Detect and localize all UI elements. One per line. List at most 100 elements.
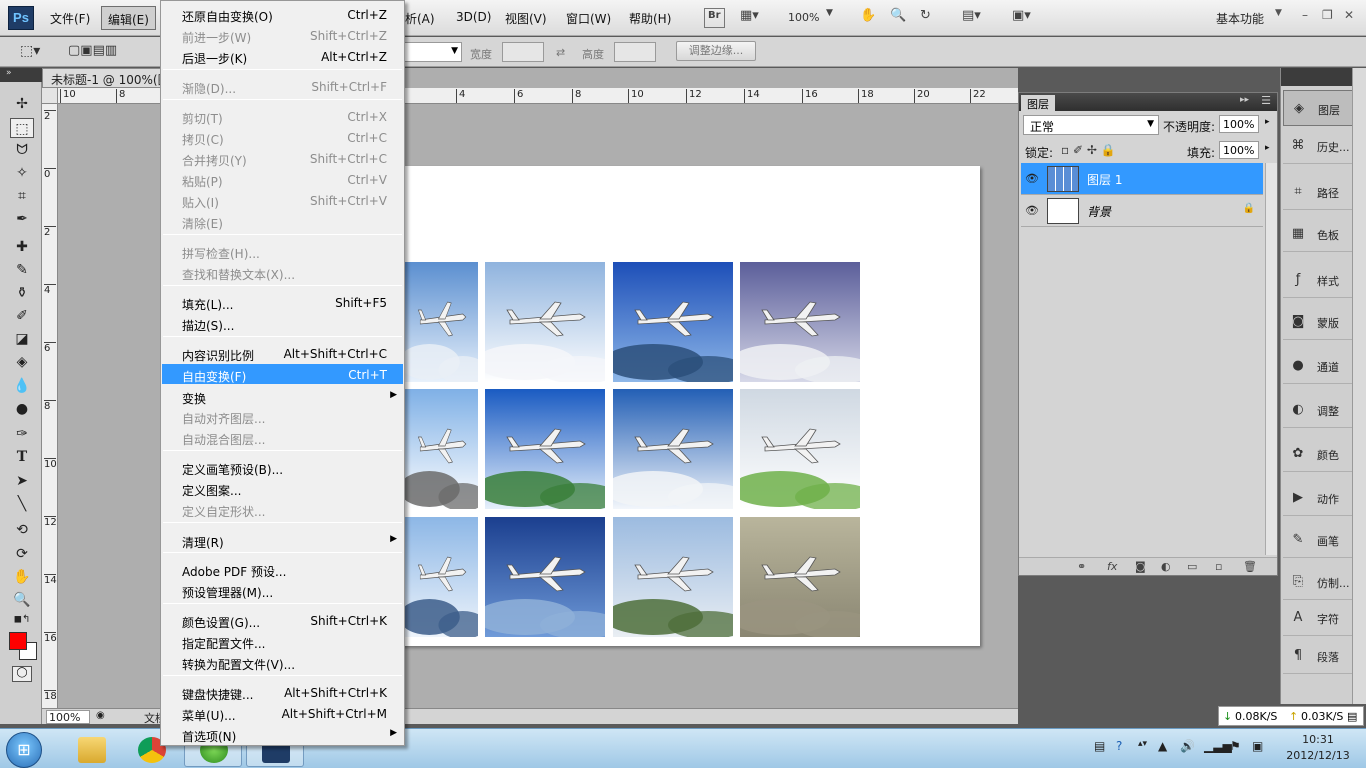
tray-expand-icon[interactable]: ▴▾ (1138, 739, 1147, 749)
refine-edge-button[interactable]: 调整边缘... (676, 41, 756, 61)
path-selection-icon[interactable]: ➤ (10, 471, 34, 491)
opacity-input[interactable]: 100% (1219, 115, 1259, 133)
brush-tool-icon[interactable]: ✎ (10, 260, 34, 280)
dodge-tool-icon[interactable]: ● (10, 399, 34, 419)
layer-name[interactable]: 背景 (1087, 203, 1111, 220)
menu-item[interactable]: 内容识别比例 Alt+Shift+Ctrl+C (162, 343, 403, 363)
menu-item[interactable]: 预设管理器(M)... (162, 580, 403, 600)
menu-item[interactable]: 填充(L)... Shift+F5 (162, 292, 403, 312)
hand-icon[interactable]: ✋ (10, 567, 34, 587)
menu-item[interactable]: 定义自定形状... (162, 499, 403, 519)
menu-item[interactable]: Adobe PDF 预设... (162, 559, 403, 579)
new-layer-icon[interactable]: ▫ (1215, 560, 1222, 573)
display-icon[interactable]: ▣ (1252, 739, 1263, 753)
menu-item[interactable]: 还原自由变换(O) Ctrl+Z (162, 4, 403, 24)
menu-item[interactable]: 自动对齐图层... (162, 406, 403, 426)
menu-help[interactable]: 帮助(H) (629, 10, 671, 27)
workspace-switcher[interactable]: 基本功能 (1216, 10, 1264, 27)
crop-tool-icon[interactable]: ⌗ (10, 186, 34, 206)
swap-icon[interactable]: ⇄ (556, 46, 565, 59)
opacity-slider-icon[interactable]: ▸ (1265, 117, 1270, 127)
layer-row[interactable]: 👁 背景 🔒 (1021, 195, 1263, 227)
flag-icon[interactable]: ⚑ (1230, 739, 1241, 753)
history-brush-icon[interactable]: ✐ (10, 306, 34, 326)
layer-name[interactable]: 图层 1 (1087, 171, 1122, 188)
quick-mask-icon[interactable]: ◯ (12, 666, 32, 682)
menu-item[interactable]: 渐隐(D)... Shift+Ctrl+F (162, 76, 403, 96)
menu-item[interactable]: 指定配置文件... (162, 631, 403, 651)
paint-bucket-icon[interactable]: ◈ (10, 352, 34, 372)
eyedropper-icon[interactable]: ✒ (10, 209, 34, 229)
menu-item[interactable]: 查找和替换文本(X)... (162, 262, 403, 282)
eraser-icon[interactable]: ◪ (10, 329, 34, 349)
menu-item[interactable]: 清除(E) (162, 211, 403, 231)
lasso-tool-icon[interactable]: ᗢ (10, 140, 34, 160)
visibility-eye-icon[interactable]: 👁 (1025, 204, 1041, 217)
start-button[interactable]: ⊞ (6, 732, 42, 768)
layer-style-icon[interactable]: fx (1107, 560, 1117, 573)
dock-item-paragraph[interactable]: ¶ 段落 (1283, 638, 1363, 674)
menu-analysis[interactable]: 析(A) (405, 10, 435, 27)
menu-item[interactable]: 拷贝(C) Ctrl+C (162, 127, 403, 147)
menu-view[interactable]: 视图(V) (505, 10, 547, 27)
show-hidden-icon[interactable]: ▲ (1158, 739, 1167, 753)
new-group-icon[interactable]: ▭ (1187, 560, 1197, 573)
dock-item-actions[interactable]: ▶ 动作 (1283, 480, 1363, 516)
dock-item-channels[interactable]: ● 通道 (1283, 348, 1363, 384)
dock-item-history[interactable]: ⌘ 历史... (1283, 128, 1363, 164)
zoom-dropdown-icon[interactable]: ▼ (826, 8, 833, 28)
bridge-button[interactable]: Br (704, 8, 725, 28)
line-tool-icon[interactable]: ╲ (10, 494, 34, 514)
foreground-color-swatch[interactable] (9, 632, 27, 650)
3d-orbit-icon[interactable]: ⟳ (10, 544, 34, 564)
clone-stamp-icon[interactable]: ⚱ (10, 283, 34, 303)
height-input[interactable] (614, 42, 656, 62)
blur-tool-icon[interactable]: 💧 (10, 376, 34, 396)
layer-row[interactable]: 👁 图层 1 (1021, 163, 1263, 195)
panel-menu-icon[interactable]: ☰ (1261, 94, 1271, 107)
dock-item-masks[interactable]: ◙ 蒙版 (1283, 304, 1363, 340)
status-zoom-field[interactable]: 100% (46, 710, 90, 724)
link-layers-icon[interactable]: ⚭ (1077, 560, 1086, 573)
network-signal-icon[interactable]: ▁▃▅ (1204, 739, 1232, 753)
dock-item-character[interactable]: A 字符 (1283, 600, 1363, 636)
menu-item[interactable]: 键盘快捷键... Alt+Shift+Ctrl+K (162, 682, 403, 702)
menu-item[interactable]: 描边(S)... (162, 313, 403, 333)
explorer-taskbar-button[interactable] (62, 731, 120, 767)
3d-rotate-icon[interactable]: ⟲ (10, 520, 34, 540)
zoom-icon[interactable]: 🔍 (10, 590, 34, 610)
restore-icon[interactable]: ❐ (1322, 8, 1333, 22)
workspace-dropdown-icon[interactable]: ▼ (1275, 8, 1282, 18)
lock-icons[interactable]: ▫ ✐ ✢ 🔒 (1061, 143, 1116, 157)
menu-window[interactable]: 窗口(W) (566, 10, 611, 27)
menu-item[interactable]: 颜色设置(G)... Shift+Ctrl+K (162, 610, 403, 630)
fill-slider-icon[interactable]: ▸ (1265, 143, 1270, 153)
width-input[interactable] (502, 42, 544, 62)
collapse-icon[interactable]: ▸▸ (1240, 95, 1249, 105)
tools-panel-header[interactable]: » (0, 68, 42, 82)
pen-tool-icon[interactable]: ✑ (10, 424, 34, 444)
default-colors-icon[interactable]: ◼↰ (10, 610, 34, 630)
status-info-icon[interactable]: ◉ (96, 710, 105, 721)
add-mask-icon[interactable]: ◙ (1135, 560, 1146, 573)
menu-item[interactable]: 首选项(N) ▶ (162, 724, 403, 744)
keyboard-tray-icon[interactable]: ▤ (1094, 739, 1105, 753)
rotate-view-icon[interactable]: ↻ (920, 8, 931, 28)
help-tray-icon[interactable]: ? (1116, 739, 1122, 753)
menu-item[interactable]: 前进一步(W) Shift+Ctrl+Z (162, 25, 403, 45)
fill-input[interactable]: 100% (1219, 141, 1259, 159)
type-tool-icon[interactable]: T (10, 447, 34, 467)
menu-item[interactable]: 变换 ▶ (162, 386, 403, 406)
marquee-preset-icon[interactable]: ⬚▾ (20, 43, 40, 59)
netmon-menu-icon[interactable]: ▤ (1347, 710, 1357, 723)
magic-wand-icon[interactable]: ✧ (10, 163, 34, 183)
move-tool-icon[interactable]: ✢ (10, 94, 34, 114)
menu-item[interactable]: 转换为配置文件(V)... (162, 652, 403, 672)
dock-item-swatches[interactable]: ▦ 色板 (1283, 216, 1363, 252)
selection-mode-icons[interactable]: ▢▣▤▥ (68, 43, 117, 58)
document-tab[interactable]: 未标题-1 @ 100%(图 (42, 68, 162, 88)
menu-file[interactable]: 文件(F) (50, 10, 90, 27)
zoom-tool-icon[interactable]: 🔍 (890, 8, 906, 28)
photoshop-logo[interactable]: Ps (8, 6, 34, 30)
menu-item[interactable]: 后退一步(K) Alt+Ctrl+Z (162, 46, 403, 66)
